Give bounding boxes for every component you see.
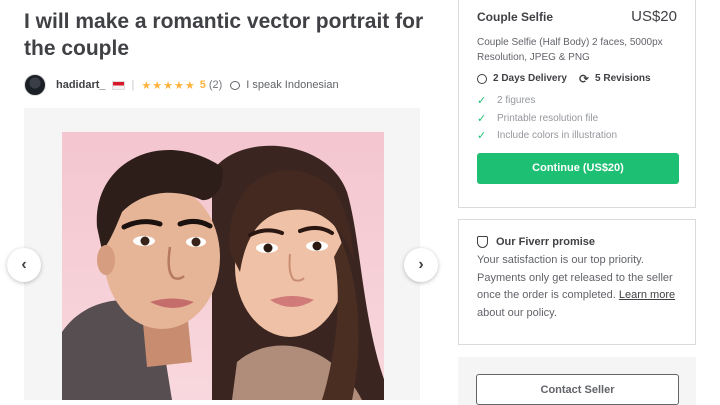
contact-panel: Contact Seller (458, 357, 696, 405)
check-icon: ✓ (477, 130, 487, 143)
check-icon: ✓ (477, 112, 487, 125)
feature-list: ✓ 2 figures ✓ Printable resolution file ✓ I… (477, 92, 677, 145)
feature-item: ✓ Include colors in illustration (477, 127, 677, 145)
delivery-time: 2 Days Delivery (477, 73, 567, 84)
package-price: US$20 (631, 8, 677, 25)
package-panel: Couple Selfie US$20 Couple Selfie (Half … (458, 0, 696, 208)
package-description: Couple Selfie (Half Body) 2 faces, 5000p… (477, 37, 663, 63)
gallery-image[interactable] (62, 132, 384, 400)
promise-body-end: about our policy. (477, 306, 557, 319)
package-name: Couple Selfie (477, 10, 554, 24)
feature-label: Printable resolution file (497, 112, 599, 124)
chat-bubble-icon (230, 80, 241, 90)
delivery-label: 2 Days Delivery (493, 73, 567, 84)
rating-count-link[interactable]: (2) (209, 79, 222, 91)
contact-seller-button[interactable]: Contact Seller (476, 374, 679, 405)
promise-text: Your satisfaction is our top priority. P… (477, 252, 677, 322)
gallery-next-button[interactable]: › (404, 248, 438, 282)
gig-title: I will make a romantic vector portrait f… (24, 10, 424, 60)
seller-name-link[interactable]: hadidart_ (56, 79, 106, 91)
gig-gallery[interactable] (24, 108, 420, 400)
revisions: ⟳ 5 Revisions (578, 71, 651, 86)
feature-item: ✓ 2 figures (477, 92, 677, 110)
package-header: Couple Selfie US$20 (477, 8, 677, 25)
star-rating-icon: ★★★★★ (141, 79, 196, 92)
package-meta: 2 Days Delivery ⟳ 5 Revisions (477, 71, 677, 86)
promise-title: Our Fiverr promise (496, 236, 596, 248)
feature-label: Include colors in illustration (497, 130, 618, 142)
seller-language: I speak Indonesian (246, 79, 339, 91)
feature-item: ✓ Printable resolution file (477, 110, 677, 128)
shield-check-icon (477, 236, 488, 248)
check-icon: ✓ (477, 95, 487, 108)
couple-portrait-illustration (62, 145, 384, 400)
continue-button[interactable]: Continue (US$20) (477, 152, 679, 184)
learn-more-link[interactable]: Learn more (619, 289, 675, 301)
refresh-icon: ⟳ (578, 71, 590, 86)
indonesia-flag-icon (111, 80, 125, 90)
seller-overview: hadidart_ | ★★★★★ 5 (2) I speak Indonesi… (24, 72, 339, 98)
fiverr-promise-panel: Our Fiverr promise Your satisfaction is … (458, 219, 696, 345)
feature-label: 2 figures (497, 95, 536, 107)
seller-avatar[interactable] (24, 74, 46, 96)
promise-header: Our Fiverr promise (477, 236, 677, 248)
revisions-label: 5 Revisions (595, 73, 651, 84)
clock-icon (477, 73, 487, 84)
rating-score: 5 (199, 79, 206, 91)
gallery-prev-button[interactable]: ‹ (7, 248, 41, 282)
divider: | (131, 79, 135, 91)
